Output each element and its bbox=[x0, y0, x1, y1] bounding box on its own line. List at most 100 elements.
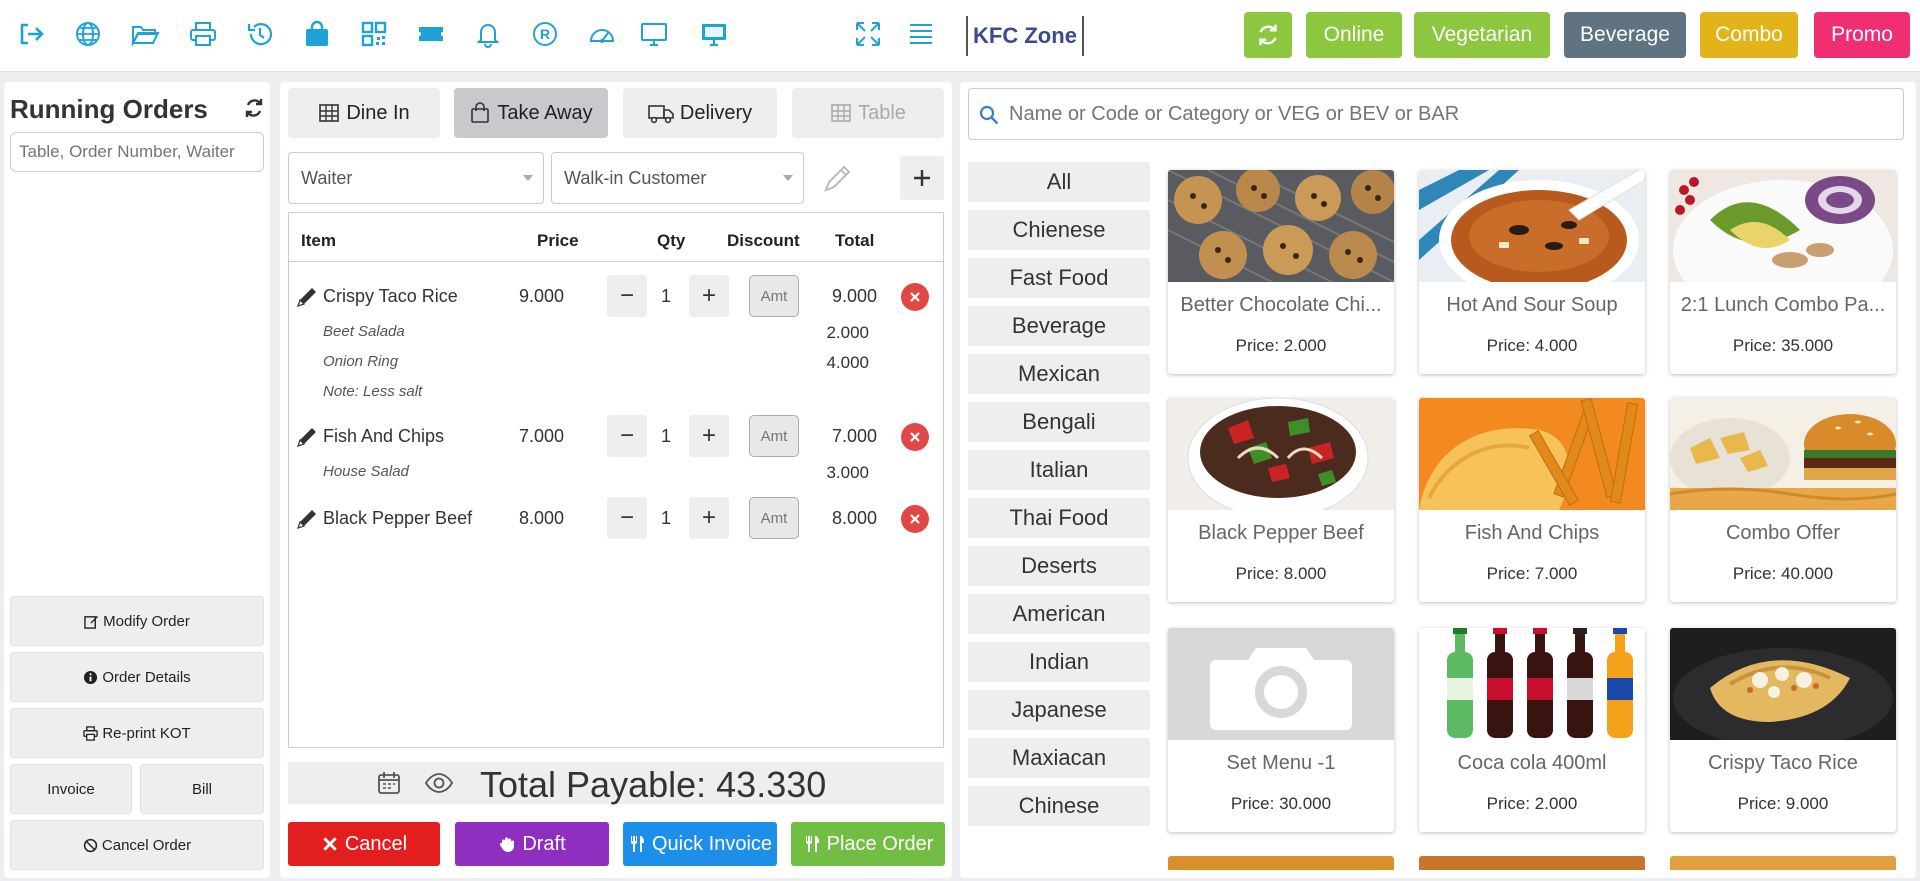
category-thai-food[interactable]: Thai Food bbox=[968, 498, 1150, 538]
beverage-button[interactable]: Beverage bbox=[1564, 12, 1686, 58]
tab-dine-in-label: Dine In bbox=[346, 101, 410, 124]
modify-order-button[interactable]: Modify Order bbox=[10, 596, 264, 646]
product-image-taco bbox=[1670, 628, 1896, 740]
refresh-orders-icon[interactable] bbox=[242, 96, 266, 120]
tab-table[interactable]: Table bbox=[792, 88, 944, 138]
ticket-icon[interactable] bbox=[414, 17, 448, 51]
product-search-input[interactable] bbox=[1009, 99, 1889, 129]
top-toolbar: R KFC Zone Online Vegetarian Beverage Co… bbox=[0, 0, 1920, 72]
folder-open-icon[interactable] bbox=[128, 17, 162, 51]
expand-icon[interactable] bbox=[851, 17, 885, 51]
item-modifier: House Salad bbox=[323, 463, 409, 480]
globe-icon[interactable] bbox=[71, 17, 105, 51]
product-card[interactable]: Combo Offer Price: 40.000 bbox=[1670, 398, 1896, 602]
category-japanese[interactable]: Japanese bbox=[968, 690, 1150, 730]
category-beverage[interactable]: Beverage bbox=[968, 306, 1150, 346]
remove-item-button[interactable] bbox=[901, 505, 929, 533]
dashboard-gauge-icon[interactable] bbox=[585, 17, 619, 51]
refresh-icon bbox=[1259, 24, 1277, 46]
registered-icon[interactable]: R bbox=[528, 17, 562, 51]
product-card[interactable]: 2:1 Lunch Combo Pa... Price: 35.000 bbox=[1670, 170, 1896, 374]
item-price: 7.000 bbox=[519, 426, 565, 446]
remove-item-button[interactable] bbox=[901, 283, 929, 311]
tab-take-away[interactable]: Take Away bbox=[454, 88, 608, 138]
tab-delivery[interactable]: Delivery bbox=[623, 88, 777, 138]
edit-customer-icon[interactable] bbox=[820, 160, 856, 196]
category-deserts[interactable]: Deserts bbox=[968, 546, 1150, 586]
discount-amount-input[interactable] bbox=[749, 497, 799, 539]
category-chinese[interactable]: Chinese bbox=[968, 786, 1150, 826]
add-customer-button[interactable] bbox=[900, 156, 944, 200]
cancel-button[interactable]: Cancel bbox=[288, 822, 440, 866]
monitor-filled-icon[interactable] bbox=[697, 17, 731, 51]
category-maxiacan[interactable]: Maxiacan bbox=[968, 738, 1150, 778]
decrease-qty-button[interactable]: − bbox=[607, 415, 647, 457]
cancel-order-button[interactable]: Cancel Order bbox=[10, 820, 264, 870]
product-card[interactable]: Set Menu -1 Price: 30.000 bbox=[1168, 628, 1394, 832]
bill-button[interactable]: Bill bbox=[140, 764, 264, 814]
promo-button[interactable]: Promo bbox=[1814, 12, 1910, 58]
shopping-bag-icon[interactable] bbox=[300, 17, 334, 51]
decrease-qty-button[interactable]: − bbox=[607, 497, 647, 539]
invoice-button[interactable]: Invoice bbox=[10, 764, 132, 814]
remove-item-button[interactable] bbox=[901, 423, 929, 451]
product-price: Price: 2.000 bbox=[1235, 336, 1327, 355]
menu-lines-icon[interactable] bbox=[904, 17, 938, 51]
category-american[interactable]: American bbox=[968, 594, 1150, 634]
running-orders-search-input[interactable] bbox=[10, 132, 264, 172]
discount-amount-input[interactable] bbox=[749, 415, 799, 457]
product-name: Set Menu -1 bbox=[1226, 752, 1336, 774]
tab-dine-in[interactable]: Dine In bbox=[288, 88, 440, 138]
increase-qty-button[interactable]: + bbox=[689, 497, 729, 539]
vegetarian-button[interactable]: Vegetarian bbox=[1414, 12, 1550, 58]
monitor-icon[interactable] bbox=[637, 17, 671, 51]
product-card[interactable]: Better Chocolate Chi... Price: 2.000 bbox=[1168, 170, 1394, 374]
customer-select[interactable]: Walk-in Customer bbox=[551, 152, 804, 204]
qr-code-icon[interactable] bbox=[357, 17, 391, 51]
order-details-button[interactable]: Order Details bbox=[10, 652, 264, 702]
reprint-kot-button[interactable]: Re-print KOT bbox=[10, 708, 264, 758]
combo-button[interactable]: Combo bbox=[1700, 12, 1798, 58]
product-card-partial[interactable] bbox=[1168, 856, 1394, 870]
product-image-bottles bbox=[1419, 628, 1645, 740]
category-chienese[interactable]: Chienese bbox=[968, 210, 1150, 250]
decrease-qty-button[interactable]: − bbox=[607, 275, 647, 317]
online-button[interactable]: Online bbox=[1306, 12, 1402, 58]
running-orders-title: Running Orders bbox=[10, 94, 208, 124]
draft-button[interactable]: Draft bbox=[455, 822, 609, 866]
category-mexican[interactable]: Mexican bbox=[968, 354, 1150, 394]
category-fast-food[interactable]: Fast Food bbox=[968, 258, 1150, 298]
product-search-box bbox=[968, 88, 1904, 140]
edit-item-icon[interactable] bbox=[295, 285, 319, 309]
printer-icon[interactable] bbox=[186, 17, 220, 51]
discount-amount-input[interactable] bbox=[749, 275, 799, 317]
category-italian[interactable]: Italian bbox=[968, 450, 1150, 490]
bell-icon[interactable] bbox=[471, 17, 505, 51]
quick-invoice-label: Quick Invoice bbox=[651, 832, 773, 855]
product-image-fish bbox=[1419, 398, 1645, 510]
history-icon[interactable] bbox=[243, 17, 277, 51]
refresh-button[interactable] bbox=[1244, 12, 1292, 58]
increase-qty-button[interactable]: + bbox=[689, 415, 729, 457]
eye-icon[interactable] bbox=[424, 770, 454, 796]
quick-invoice-button[interactable]: Quick Invoice bbox=[623, 822, 777, 866]
item-modifier-price: 4.000 bbox=[826, 353, 869, 372]
product-card-partial[interactable] bbox=[1670, 856, 1896, 870]
edit-item-icon[interactable] bbox=[295, 507, 319, 531]
category-indian[interactable]: Indian bbox=[968, 642, 1150, 682]
product-card[interactable]: Hot And Sour Soup Price: 4.000 bbox=[1419, 170, 1645, 374]
increase-qty-button[interactable]: + bbox=[689, 275, 729, 317]
category-bengali[interactable]: Bengali bbox=[968, 402, 1150, 442]
edit-item-icon[interactable] bbox=[295, 425, 319, 449]
calendar-icon[interactable] bbox=[376, 770, 402, 796]
product-card[interactable]: Coca cola 400ml Price: 2.000 bbox=[1419, 628, 1645, 832]
product-card[interactable]: Black Pepper Beef Price: 8.000 bbox=[1168, 398, 1394, 602]
category-all[interactable]: All bbox=[968, 162, 1150, 202]
product-card[interactable]: Crispy Taco Rice Price: 9.000 bbox=[1670, 628, 1896, 832]
logout-icon[interactable] bbox=[14, 17, 48, 51]
order-panel: Dine In Take Away Delivery Table Waiter … bbox=[280, 82, 952, 878]
product-card[interactable]: Fish And Chips Price: 7.000 bbox=[1419, 398, 1645, 602]
waiter-select[interactable]: Waiter bbox=[288, 152, 544, 204]
place-order-button[interactable]: Place Order bbox=[791, 822, 945, 866]
product-card-partial[interactable] bbox=[1419, 856, 1645, 870]
